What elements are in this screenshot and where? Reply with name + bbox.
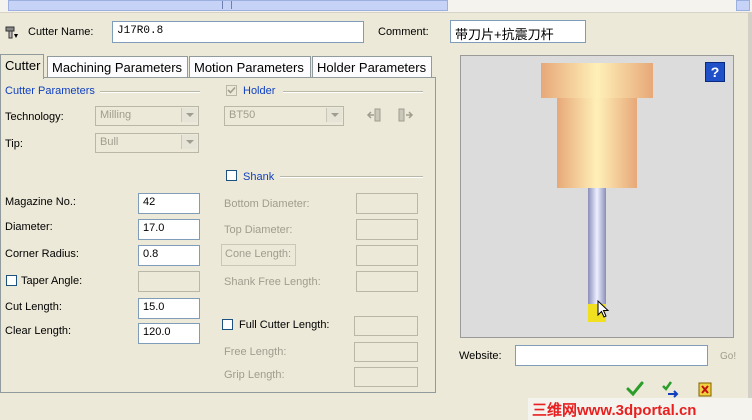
cutter-parameters-divider	[100, 91, 200, 93]
corner-radius-label: Corner Radius:	[5, 248, 79, 260]
holder-value: BT50	[229, 109, 256, 121]
diameter-label: Diameter:	[5, 221, 53, 233]
full-cutter-length-checkbox[interactable]	[222, 319, 233, 330]
full-cutter-length-input[interactable]	[354, 316, 418, 336]
holder-divider	[283, 91, 423, 93]
holder-top-shape	[541, 63, 653, 98]
cutter-parameters-heading: Cutter Parameters	[5, 85, 95, 97]
shank-checkbox[interactable]	[226, 170, 237, 181]
apply-icon[interactable]	[662, 380, 680, 398]
magazine-no-input[interactable]: 42	[138, 193, 200, 214]
cutter-name-input[interactable]: J17R0.8	[112, 21, 364, 43]
cut-length-input[interactable]: 15.0	[138, 298, 200, 319]
taper-angle-label: Taper Angle:	[21, 275, 83, 287]
tip-select[interactable]: Bull	[95, 133, 199, 153]
holder-export-icon[interactable]	[396, 106, 414, 124]
clear-length-label: Clear Length:	[5, 325, 72, 337]
chevron-down-icon[interactable]	[326, 108, 342, 122]
tip-value: Bull	[100, 136, 119, 148]
magazine-no-label: Magazine No.:	[5, 196, 76, 208]
technology-label: Technology:	[5, 111, 64, 123]
holder-body-shape	[557, 98, 637, 188]
shank-divider	[280, 176, 423, 178]
taper-angle-checkbox[interactable]	[6, 275, 17, 286]
top-scrollbar[interactable]	[0, 0, 752, 13]
grip-length-label: Grip Length:	[224, 369, 285, 381]
diameter-input[interactable]: 17.0	[138, 219, 200, 240]
scroll-right-button[interactable]	[736, 0, 750, 11]
holder-label: Holder	[243, 85, 276, 97]
cut-length-label: Cut Length:	[5, 301, 62, 313]
shank-shape	[588, 188, 606, 304]
tool-preview-panel: ?	[460, 55, 734, 338]
grip-icon	[222, 1, 232, 9]
top-diameter-label: Top Diameter:	[224, 224, 293, 236]
cone-length-input[interactable]	[356, 245, 418, 266]
chevron-down-icon[interactable]	[181, 135, 197, 149]
clear-length-input[interactable]: 120.0	[138, 323, 200, 344]
bottom-diameter-input[interactable]	[356, 193, 418, 214]
window-right-edge	[748, 12, 752, 420]
cutter-name-label: Cutter Name:	[28, 26, 94, 38]
cancel-icon[interactable]	[696, 380, 714, 398]
grip-length-input[interactable]	[354, 367, 418, 387]
tip-label: Tip:	[5, 138, 23, 150]
cone-length-button[interactable]: Cone Length:	[221, 244, 296, 266]
free-length-label: Free Length:	[224, 346, 287, 358]
website-input[interactable]	[515, 345, 708, 366]
tool-preview-drawing	[541, 63, 653, 322]
technology-value: Milling	[100, 109, 132, 121]
full-cutter-length-label: Full Cutter Length:	[239, 319, 330, 331]
help-button[interactable]: ?	[705, 62, 725, 82]
cutter-icon	[5, 26, 18, 39]
holder-import-icon[interactable]	[366, 106, 384, 124]
comment-input[interactable]: 带刀片+抗震刀杆	[450, 20, 586, 43]
holder-select[interactable]: BT50	[224, 106, 344, 126]
shank-free-length-input[interactable]	[356, 271, 418, 292]
holder-checkbox[interactable]	[226, 85, 237, 96]
tab-cutter[interactable]: Cutter	[0, 54, 44, 79]
top-diameter-input[interactable]	[356, 219, 418, 240]
comment-label: Comment:	[378, 26, 429, 38]
chevron-down-icon[interactable]	[181, 108, 197, 122]
tab-machining-parameters[interactable]: Machining Parameters	[47, 56, 188, 77]
ok-check-icon[interactable]	[626, 380, 644, 398]
shank-free-length-label: Shank Free Length:	[224, 276, 321, 288]
corner-radius-input[interactable]: 0.8	[138, 245, 200, 266]
bottom-diameter-label: Bottom Diameter:	[224, 198, 310, 210]
taper-angle-input[interactable]	[138, 271, 200, 292]
website-label: Website:	[459, 350, 502, 362]
go-button[interactable]: Go!	[720, 351, 736, 362]
shank-label: Shank	[243, 171, 275, 183]
mouse-cursor-icon	[597, 300, 610, 318]
tab-motion-parameters[interactable]: Motion Parameters	[189, 56, 311, 77]
technology-select[interactable]: Milling	[95, 106, 199, 126]
tab-holder-parameters[interactable]: Holder Parameters	[312, 56, 432, 77]
free-length-input[interactable]	[354, 342, 418, 362]
watermark-text: 三维网www.3dportal.cn	[532, 402, 697, 419]
help-icon: ?	[710, 64, 720, 80]
